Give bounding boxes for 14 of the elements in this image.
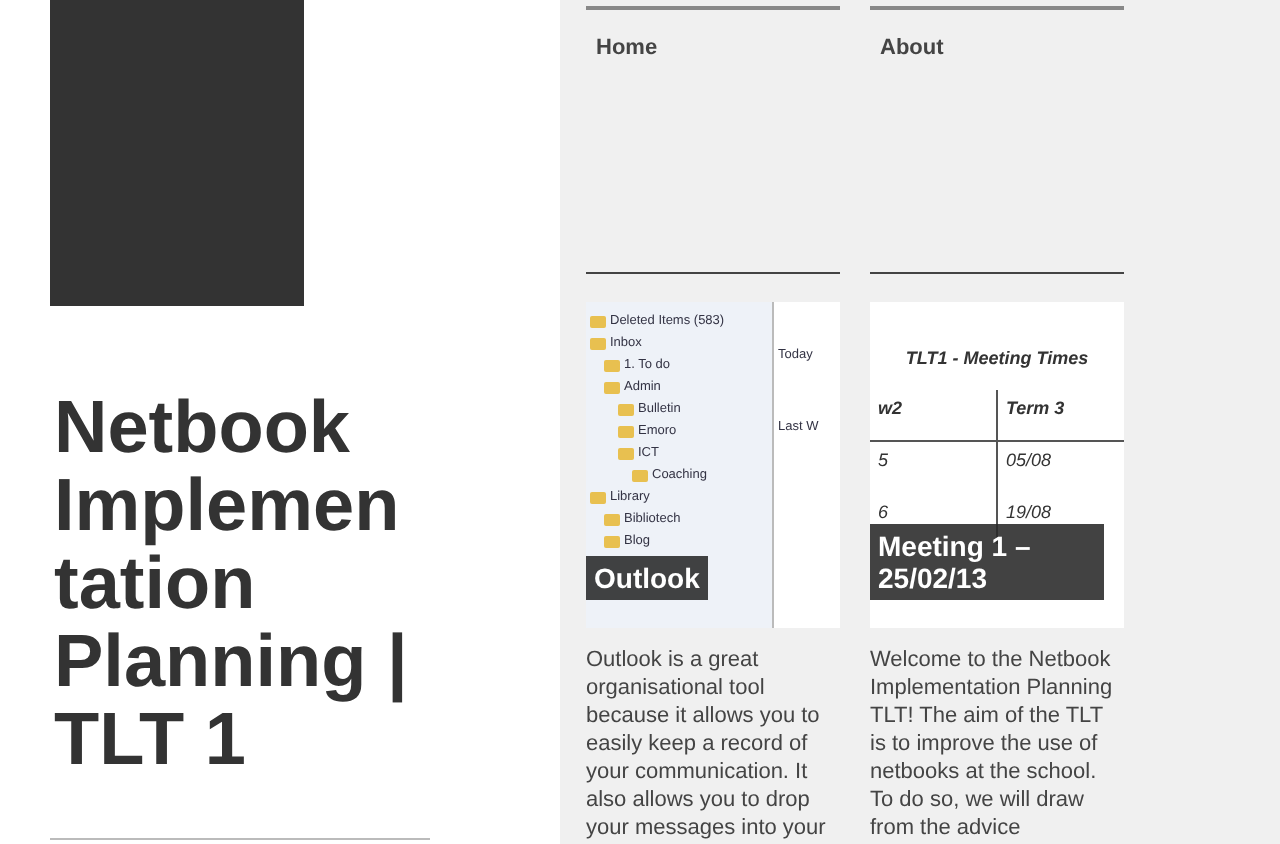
nav-link[interactable]: Home (596, 36, 658, 60)
post-caption[interactable]: Meeting 1 – 25/02/13 (870, 524, 1104, 600)
table-cell-text: 05/08 (1004, 448, 1054, 474)
post-caption[interactable]: Outlook (586, 556, 708, 600)
post-excerpt: Outlook is a great organisational tool because it allows you to easily keep a record of your communication. It also allows you to drop your messages into your (586, 646, 828, 842)
site-title: Netbook Implementation Planning | TLT 1 (54, 388, 410, 778)
table-cell-text: 19/08 (1004, 499, 1054, 525)
post-thumbnail[interactable]: TLT1 - Meeting Times w2 Term 3 5 05/08 6 19/08 Meeting 1 – 25/02/13 (870, 302, 1124, 628)
table-cell: 5 (870, 442, 998, 493)
table-header: w2 (870, 389, 998, 442)
table-header: Term 3 (998, 389, 1124, 442)
nav-link[interactable]: About (880, 36, 944, 60)
post-excerpt: Welcome to the Netbook Implementation Planning TLT! The aim of the TLT is to improve the use of netbooks at the school. To do so, we will draw from the advice (870, 646, 1115, 842)
document-title: TLT1 - Meeting Times (903, 346, 1091, 372)
